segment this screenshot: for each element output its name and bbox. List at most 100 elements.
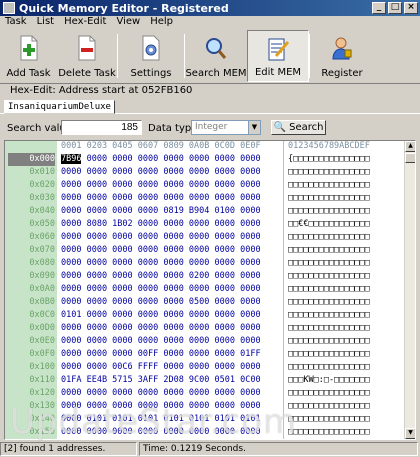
row-hex-bytes[interactable]: 0000 0000 0000 0000 0000 0200 0000 0000	[61, 270, 261, 283]
row-ascii[interactable]: □□□□□□□□□□□□□□□□	[288, 335, 370, 348]
hex-row[interactable]: 0x140 0000 0101 0101 0101 0101 0101 0101 …	[5, 413, 404, 426]
hex-row[interactable]: 0x080 0000 0000 0000 0000 0000 0000 0000 …	[5, 257, 404, 270]
hex-row[interactable]: 0x010 0000 0000 0000 0000 0000 0000 0000 …	[5, 166, 404, 179]
row-ascii[interactable]: □□□□□□□□□□□□□□□□	[288, 257, 370, 270]
row-hex-bytes[interactable]: 0000 0000 0000 0000 0000 0000 0000 0000	[61, 244, 261, 257]
hex-row[interactable]: 0x0B0 0000 0000 0000 0000 0000 0500 0000 …	[5, 296, 404, 309]
menu-hex-edit[interactable]: Hex-Edit	[59, 16, 111, 29]
row-ascii[interactable]: □□□KW□:□-□□□□□□□	[288, 374, 370, 387]
row-ascii[interactable]: □□□□□□□□□□□□□□□□	[288, 361, 370, 374]
row-hex-bytes[interactable]: 0000 0000 0000 00FF 0000 0000 0000 01FF	[61, 348, 261, 361]
row-hex-bytes[interactable]: 0000 0000 0000 0000 0000 0000 0000 0000	[61, 400, 261, 413]
hex-row[interactable]: 0x070 0000 0000 0000 0000 0000 0000 0000 …	[5, 244, 404, 257]
row-hex-bytes[interactable]: 0000 0000 0000 0000 0000 0000 0000 0000	[61, 192, 261, 205]
row-hex-bytes[interactable]: 0000 0000 0000 0000 0819 B904 0100 0000	[61, 205, 261, 218]
menu-task[interactable]: Task	[0, 16, 32, 29]
row-address: 0x050	[29, 219, 55, 229]
row-address: 0x030	[29, 193, 55, 203]
row-hex-bytes[interactable]: 0000 8080 1B02 0000 0000 0000 0000 0000	[61, 218, 261, 231]
maximize-button[interactable]: □	[388, 2, 402, 14]
row-ascii[interactable]: □□□□□□□□□□□□□□□□	[288, 244, 370, 257]
hex-row[interactable]: 0x030 0000 0000 0000 0000 0000 0000 0000 …	[5, 192, 404, 205]
row-hex-bytes[interactable]: 01FA EE4B 5715 3AFF 2D08 9C00 0501 0C00	[61, 374, 261, 387]
scroll-thumb[interactable]	[405, 153, 415, 163]
menu-list[interactable]: List	[32, 16, 59, 29]
row-ascii[interactable]: {□□□□□□□□□□□□□□□	[288, 153, 370, 166]
hex-row[interactable]: 0x050 0000 8080 1B02 0000 0000 0000 0000 …	[5, 218, 404, 231]
hex-row[interactable]: 0x020 0000 0000 0000 0000 0000 0000 0000 …	[5, 179, 404, 192]
edit-mem-label: Edit MEM	[254, 67, 302, 78]
row-ascii[interactable]: □□□□□□□□□□□□□□□□	[288, 387, 370, 400]
hex-row[interactable]: 0x120 0000 0000 0000 0000 0000 0000 0000 …	[5, 387, 404, 400]
row-hex-bytes[interactable]: 0101 0000 0000 0000 0000 0000 0000 0000	[61, 309, 261, 322]
hex-row[interactable]: 0x110 01FA EE4B 5715 3AFF 2D08 9C00 0501 …	[5, 374, 404, 387]
row-hex-bytes[interactable]: 0000 0000 0000 0000 0000 0000 0000 0000	[61, 322, 261, 335]
selected-bytes[interactable]: 7B96	[61, 154, 82, 164]
settings-button[interactable]: Settings	[118, 30, 184, 82]
hex-row[interactable]: 0x0C0 0101 0000 0000 0000 0000 0000 0000 …	[5, 309, 404, 322]
register-button[interactable]: Register	[310, 30, 374, 82]
remaining-bytes[interactable]: 0000 0000 0000 0000 0000 0000 0000	[81, 154, 261, 164]
row-address: 0x0E0	[29, 336, 55, 346]
search-value-input[interactable]: 185	[61, 120, 142, 135]
hex-row[interactable]: 0x000 7B96 0000 0000 0000 0000 0000 0000 …	[5, 153, 404, 166]
hex-row[interactable]: 0x130 0000 0000 0000 0000 0000 0000 0000 …	[5, 400, 404, 413]
row-ascii[interactable]: □□□□□□□□□□□□□□□□	[288, 426, 370, 439]
hex-row[interactable]: 0x090 0000 0000 0000 0000 0000 0200 0000 …	[5, 270, 404, 283]
row-ascii[interactable]: □□□□□□□□□□□□□□□□	[288, 166, 370, 179]
row-ascii[interactable]: □□□□□□□□□□□□□□□□	[288, 296, 370, 309]
row-hex-bytes[interactable]: 0000 0000 0000 0000 0000 0000 0000 0000	[61, 426, 261, 439]
hex-row[interactable]: 0x040 0000 0000 0000 0000 0819 B904 0100 …	[5, 205, 404, 218]
row-hex-bytes[interactable]: 0000 0000 0000 0000 0000 0000 0000 0000	[61, 387, 261, 400]
hex-row[interactable]: 0x060 0000 0000 0000 0000 0000 0000 0000 …	[5, 231, 404, 244]
chevron-down-icon[interactable]: ▼	[248, 121, 260, 134]
hex-row[interactable]: 0x0F0 0000 0000 0000 00FF 0000 0000 0000 …	[5, 348, 404, 361]
delete-task-button[interactable]: Delete Task	[57, 30, 117, 82]
row-ascii[interactable]: □□□□□□□□□□□□□□□□	[288, 400, 370, 413]
row-ascii[interactable]: □□□□□□□□□□□□□□□□	[288, 413, 370, 426]
hex-grid[interactable]: 0001 0203 0405 0607 0809 0A0B 0C0D 0E0F …	[5, 141, 404, 439]
row-hex-bytes[interactable]: 7B96 0000 0000 0000 0000 0000 0000 0000	[61, 153, 261, 166]
row-ascii[interactable]: □□□□□□□□□□□□□□□□	[288, 322, 370, 335]
scroll-up-arrow-icon[interactable]: ▲	[405, 141, 415, 152]
row-hex-bytes[interactable]: 0000 0000 0000 0000 0000 0500 0000 0000	[61, 296, 261, 309]
row-ascii[interactable]: □□□□□□□□□□□□□□□□	[288, 192, 370, 205]
hex-row[interactable]: 0x0E0 0000 0000 0000 0000 0000 0000 0000 …	[5, 335, 404, 348]
row-address: 0x020	[29, 180, 55, 190]
row-hex-bytes[interactable]: 0000 0000 0000 0000 0000 0000 0000 0000	[61, 257, 261, 270]
row-hex-bytes[interactable]: 0000 0000 00C6 FFFF 0000 0000 0000 0000	[61, 361, 261, 374]
data-type-select[interactable]: Integer ▼	[191, 120, 261, 135]
row-hex-bytes[interactable]: 0000 0000 0000 0000 0000 0000 0000 0000	[61, 231, 261, 244]
search-mem-button[interactable]: Search MEM	[185, 30, 247, 82]
row-ascii[interactable]: □□€€□□□□□□□□□□□□	[288, 218, 370, 231]
row-address: 0x0F0	[29, 349, 55, 359]
vertical-scrollbar[interactable]: ▲ ▼	[404, 141, 415, 439]
hex-editor-panel[interactable]: 0001 0203 0405 0607 0809 0A0B 0C0D 0E0F …	[4, 140, 416, 440]
search-button[interactable]: 🔍 Search	[271, 120, 326, 135]
row-hex-bytes[interactable]: 0000 0000 0000 0000 0000 0000 0000 0000	[61, 335, 261, 348]
row-hex-bytes[interactable]: 0000 0000 0000 0000 0000 0000 0000 0000	[61, 179, 261, 192]
row-ascii[interactable]: □□□□□□□□□□□□□□□□	[288, 179, 370, 192]
row-ascii[interactable]: □□□□□□□□□□□□□□□□	[288, 309, 370, 322]
scroll-down-arrow-icon[interactable]: ▼	[405, 428, 415, 439]
row-ascii[interactable]: □□□□□□□□□□□□□□□□	[288, 283, 370, 296]
row-hex-bytes[interactable]: 0000 0000 0000 0000 0000 0000 0000 0000	[61, 166, 261, 179]
row-ascii[interactable]: □□□□□□□□□□□□□□□□	[288, 231, 370, 244]
hex-row[interactable]: 0x100 0000 0000 00C6 FFFF 0000 0000 0000 …	[5, 361, 404, 374]
edit-mem-button[interactable]: Edit MEM	[247, 30, 309, 82]
row-ascii[interactable]: □□□□□□□□□□□□□□□□	[288, 348, 370, 361]
row-address: 0x100	[29, 362, 55, 372]
row-hex-bytes[interactable]: 0000 0101 0101 0101 0101 0101 0101 0101	[61, 413, 261, 426]
hex-row[interactable]: 0x0A0 0000 0000 0000 0000 0000 0000 0000 …	[5, 283, 404, 296]
menu-view[interactable]: View	[111, 16, 145, 29]
row-ascii[interactable]: □□□□□□□□□□□□□□□□	[288, 270, 370, 283]
hex-row[interactable]: 0x0D0 0000 0000 0000 0000 0000 0000 0000 …	[5, 322, 404, 335]
hex-row[interactable]: 0x150 0000 0000 0000 0000 0000 0000 0000 …	[5, 426, 404, 439]
row-hex-bytes[interactable]: 0000 0000 0000 0000 0000 0000 0000 0000	[61, 283, 261, 296]
row-ascii[interactable]: □□□□□□□□□□□□□□□□	[288, 205, 370, 218]
tab-process[interactable]: InsaniquariumDeluxe	[4, 100, 115, 114]
menu-help[interactable]: Help	[145, 16, 178, 29]
add-task-button[interactable]: Add Task	[0, 30, 57, 82]
minimize-button[interactable]: _	[372, 2, 386, 14]
close-button[interactable]: ×	[404, 2, 418, 14]
